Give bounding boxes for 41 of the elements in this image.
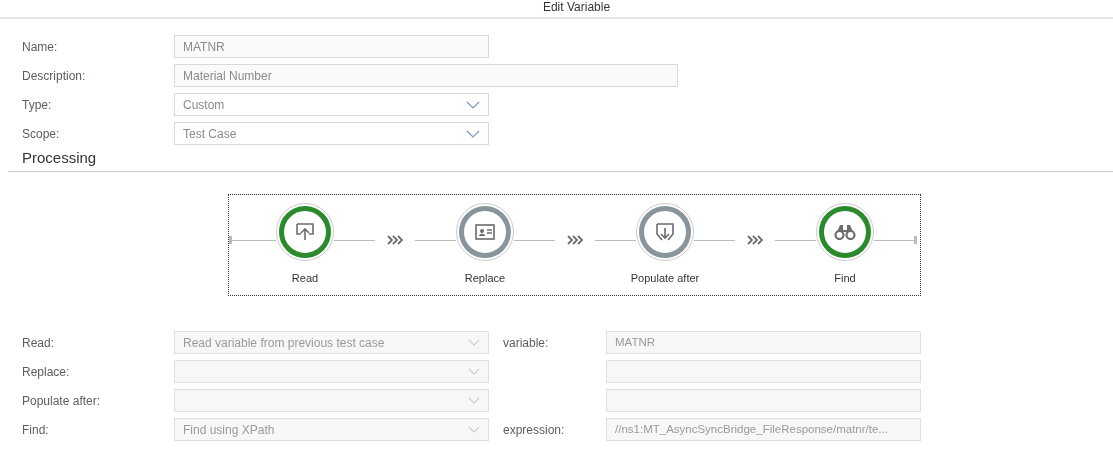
field-label: variable: [503,335,549,350]
input-field[interactable] [606,389,921,412]
chevrons-right-icon [387,235,403,245]
dropdown-field[interactable] [174,360,489,383]
field-label: Populate after: [22,392,102,410]
dropdown-field[interactable]: Test Case [174,122,489,145]
chevrons-right-icon [747,235,763,245]
field-label: Description: [22,67,87,85]
step-label: Read [291,271,319,286]
chevron-down-icon [468,426,480,433]
chevron-down-icon [468,368,480,375]
field-label: Replace: [22,363,71,381]
chevron-down-icon [468,339,480,346]
chevron-down-icon [466,129,480,138]
input-field[interactable]: MATNR [174,35,489,58]
chevrons-right-icon [567,235,583,245]
chevron-down-icon [466,100,480,109]
dropdown-field[interactable] [174,389,489,412]
field-label: Name: [22,38,59,56]
download-tray-icon [655,222,675,242]
step-label: Populate after [630,271,700,286]
input-field[interactable]: Material Number [174,64,678,87]
section-heading: Processing [22,148,98,168]
upload-tray-icon [295,222,315,242]
chevron-down-icon [468,397,480,404]
field-label: Scope: [22,125,61,143]
binoculars-icon [834,224,856,240]
field-label: Type: [22,96,53,114]
field-label: Find: [22,421,50,439]
field-label: Read: [22,334,56,352]
input-field[interactable]: MATNR [606,331,921,354]
step-label: Replace [464,271,506,286]
dialog-title: Edit Variable [541,0,611,15]
dropdown-field[interactable]: Find using XPath [174,418,489,441]
input-field[interactable]: //ns1:MT_AsyncSyncBridge_FileResponse/matnr/te... [606,418,921,441]
dropdown-field[interactable]: Custom [174,93,489,116]
dropdown-field[interactable]: Read variable from previous test case [174,331,489,354]
contact-card-icon [475,223,495,241]
field-label: expression: [503,422,565,437]
step-label: Find [834,271,856,286]
input-field[interactable] [606,360,921,383]
